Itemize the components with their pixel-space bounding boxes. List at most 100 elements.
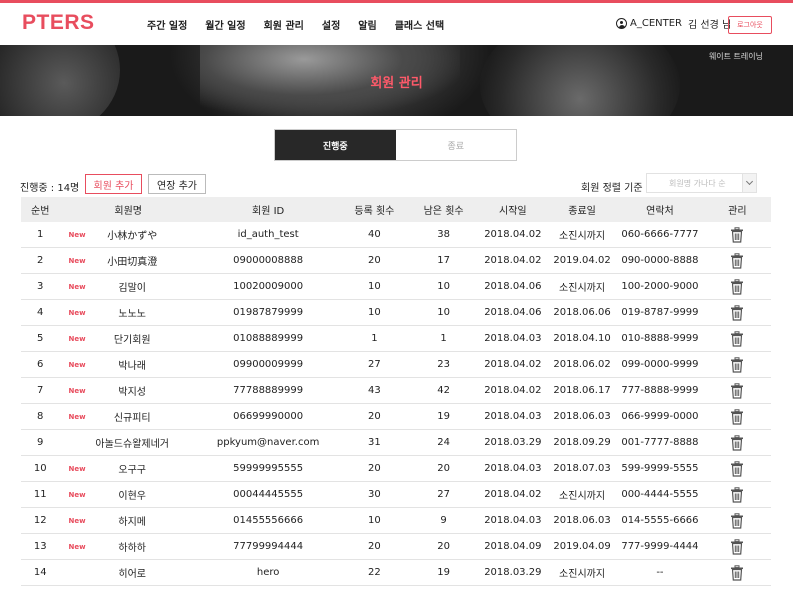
trash-icon[interactable] xyxy=(730,304,744,321)
table-row[interactable]: 12 New 하지메 01455556666 10 9 2018.04.03 2018.06.… xyxy=(21,508,771,534)
trash-icon[interactable] xyxy=(730,226,744,243)
table-row[interactable]: 7 New 박지성 77788889999 43 42 2018.04.02 2018.06.… xyxy=(21,378,771,404)
delete-button[interactable] xyxy=(704,330,771,347)
column-header[interactable]: 연락처 xyxy=(616,202,704,217)
nav-notifications[interactable]: 알림 xyxy=(358,17,376,32)
trash-icon[interactable] xyxy=(730,434,744,451)
member-name-cell[interactable]: New 하지메 xyxy=(59,513,197,529)
member-name[interactable]: 박나래 xyxy=(110,357,146,372)
member-name[interactable]: 박지성 xyxy=(110,383,146,398)
sort-select[interactable]: 회원명 가나다 순 xyxy=(646,173,757,193)
column-header[interactable]: 순번 xyxy=(21,202,59,217)
member-id: 10020009000 xyxy=(233,281,304,292)
nav-weekly-schedule[interactable]: 주간 일정 xyxy=(147,17,187,32)
nav-settings[interactable]: 설정 xyxy=(322,17,340,32)
column-header[interactable]: 회원 ID xyxy=(197,202,339,217)
delete-button[interactable] xyxy=(704,460,771,477)
member-name[interactable]: 노노노 xyxy=(110,305,146,320)
new-badge: New xyxy=(68,490,86,499)
table-row[interactable]: 10 New 오구구 59999995555 20 20 2018.04.03 2018.07… xyxy=(21,456,771,482)
member-name[interactable]: 오구구 xyxy=(110,461,146,476)
nav-member-management[interactable]: 회원 관리 xyxy=(264,17,304,32)
nav-monthly-schedule[interactable]: 월간 일정 xyxy=(205,17,245,32)
member-name-cell[interactable]: New 小田切真澄 xyxy=(59,253,197,269)
column-header[interactable]: 시작일 xyxy=(478,202,548,217)
delete-button[interactable] xyxy=(704,304,771,321)
user-circle-icon[interactable] xyxy=(616,18,627,29)
table-row[interactable]: 1 New 小林かずや id_auth_test 40 38 2018.04.02 소진시까지… xyxy=(21,222,771,248)
logout-button[interactable]: 로그아웃 xyxy=(728,16,772,34)
member-name-cell[interactable]: New 김말이 xyxy=(59,279,197,295)
logo[interactable]: PTERS xyxy=(22,11,95,35)
column-header[interactable]: 회원명 xyxy=(59,202,197,217)
trash-icon[interactable] xyxy=(730,382,744,399)
table-row[interactable]: 6 New 박나래 09900009999 27 23 2018.04.02 2018.06.… xyxy=(21,352,771,378)
member-name[interactable]: 이현우 xyxy=(110,487,146,502)
member-name-cell[interactable]: 아놀드슈왈제네거 xyxy=(59,435,197,450)
member-name[interactable]: 小林かずや xyxy=(99,227,157,242)
table-row[interactable]: 5 New 단기회원 01088889999 1 1 2018.04.03 2018.04.1… xyxy=(21,326,771,352)
trash-icon[interactable] xyxy=(730,252,744,269)
center-name[interactable]: A_CENTER xyxy=(630,18,682,29)
delete-button[interactable] xyxy=(704,408,771,425)
registered-count: 27 xyxy=(368,359,381,370)
member-name[interactable]: 하지메 xyxy=(110,513,146,528)
delete-button[interactable] xyxy=(704,486,771,503)
delete-button[interactable] xyxy=(704,356,771,373)
table-row[interactable]: 11 New 이현우 00044445555 30 27 2018.04.02 소진시까지 00… xyxy=(21,482,771,508)
delete-button[interactable] xyxy=(704,278,771,295)
member-name[interactable]: 단기회원 xyxy=(106,331,151,346)
column-header[interactable]: 종료일 xyxy=(548,202,616,217)
table-row[interactable]: 8 New 신규피티 06699990000 20 19 2018.04.03 2018.06… xyxy=(21,404,771,430)
member-name-cell[interactable]: New 단기회원 xyxy=(59,331,197,347)
nav-class-select[interactable]: 클래스 선택 xyxy=(395,17,444,32)
member-name[interactable]: 신규피티 xyxy=(106,409,151,424)
add-member-button[interactable]: 회원 추가 xyxy=(85,174,142,194)
table-row[interactable]: 4 New 노노노 01987879999 10 10 2018.04.06 2018.06.… xyxy=(21,300,771,326)
member-name-cell[interactable]: New 신규피티 xyxy=(59,409,197,425)
chevron-down-icon[interactable] xyxy=(742,174,756,192)
add-extension-button[interactable]: 연장 추가 xyxy=(148,174,206,194)
delete-button[interactable] xyxy=(704,538,771,555)
delete-button[interactable] xyxy=(704,564,771,581)
trash-icon[interactable] xyxy=(730,356,744,373)
row-number: 14 xyxy=(33,567,47,578)
member-name-cell[interactable]: New 小林かずや xyxy=(59,227,197,243)
member-name-cell[interactable]: New 노노노 xyxy=(59,305,197,321)
member-name-cell[interactable]: New 하하하 xyxy=(59,539,197,555)
member-name[interactable]: 히어로 xyxy=(110,565,146,580)
delete-button[interactable] xyxy=(704,252,771,269)
trash-icon[interactable] xyxy=(730,408,744,425)
member-name-cell[interactable]: New 박지성 xyxy=(59,383,197,399)
delete-button[interactable] xyxy=(704,226,771,243)
delete-button[interactable] xyxy=(704,512,771,529)
trash-icon[interactable] xyxy=(730,460,744,477)
table-row[interactable]: 9 아놀드슈왈제네거 ppkyum@naver.com 31 24 2018.03.29 2… xyxy=(21,430,771,456)
member-name[interactable]: 김말이 xyxy=(110,279,146,294)
member-name-cell[interactable]: New 이현우 xyxy=(59,487,197,503)
column-header[interactable]: 남은 횟수 xyxy=(409,202,477,217)
trash-icon[interactable] xyxy=(730,330,744,347)
column-header[interactable]: 등록 횟수 xyxy=(339,202,409,217)
member-name-cell[interactable]: 히어로 xyxy=(59,565,197,580)
tab-ended[interactable]: 종료 xyxy=(395,130,516,160)
member-name-cell[interactable]: New 박나래 xyxy=(59,357,197,373)
table-row[interactable]: 3 New 김말이 10020009000 10 10 2018.04.06 소진시까지 100… xyxy=(21,274,771,300)
member-name-cell[interactable]: New 오구구 xyxy=(59,461,197,477)
trash-icon[interactable] xyxy=(730,538,744,555)
delete-button[interactable] xyxy=(704,434,771,451)
trash-icon[interactable] xyxy=(730,278,744,295)
row-number: 11 xyxy=(33,489,47,500)
tab-in-progress[interactable]: 진행중 xyxy=(275,130,396,160)
trash-icon[interactable] xyxy=(730,564,744,581)
trash-icon[interactable] xyxy=(730,512,744,529)
table-row[interactable]: 2 New 小田切真澄 09000008888 20 17 2018.04.02 2019.0… xyxy=(21,248,771,274)
table-row[interactable]: 13 New 하하하 77799994444 20 20 2018.04.09 2019.04… xyxy=(21,534,771,560)
trash-icon[interactable] xyxy=(730,486,744,503)
delete-button[interactable] xyxy=(704,382,771,399)
table-row[interactable]: 14 히어로 hero 22 19 2018.03.29 소진시까지 -- xyxy=(21,560,771,586)
member-name[interactable]: 아놀드슈왈제네거 xyxy=(87,435,169,450)
member-name[interactable]: 小田切真澄 xyxy=(99,253,157,268)
member-name[interactable]: 하하하 xyxy=(110,539,146,554)
end-date: 2018.04.10 xyxy=(553,333,611,344)
